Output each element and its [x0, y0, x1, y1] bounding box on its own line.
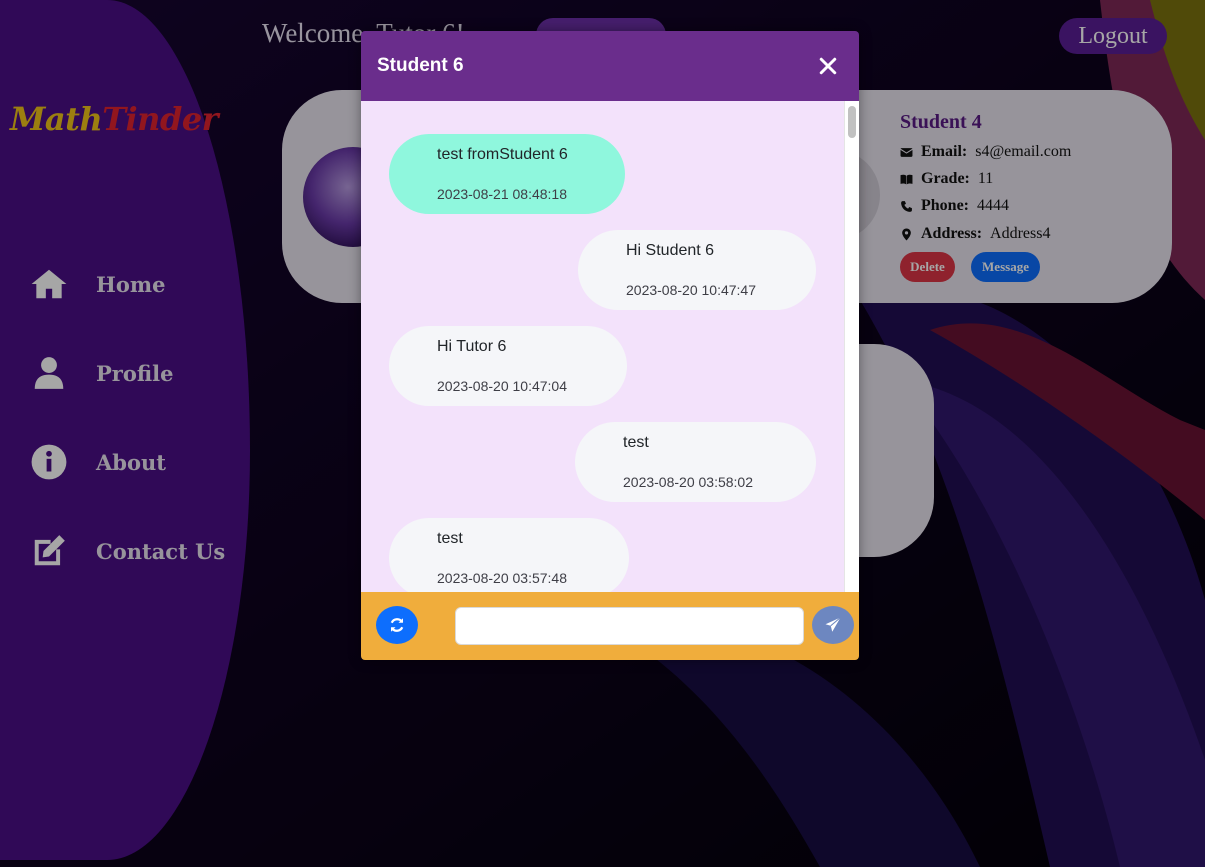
message-input[interactable]: [455, 607, 804, 645]
chat-message: test fromStudent 6 2023-08-21 08:48:18: [389, 134, 625, 214]
message-timestamp: 2023-08-20 03:57:48: [437, 570, 567, 586]
message-timestamp: 2023-08-21 08:48:18: [437, 186, 567, 202]
modal-title: Student 6: [377, 55, 464, 76]
chat-message: Hi Tutor 6 2023-08-20 10:47:04: [389, 326, 627, 406]
message-text: Hi Tutor 6: [437, 338, 507, 355]
chat-scrollbar[interactable]: [844, 101, 859, 592]
close-icon: [819, 57, 837, 75]
chat-message: test 2023-08-20 03:57:48: [389, 518, 629, 592]
modal-header: Student 6: [361, 31, 859, 101]
message-timestamp: 2023-08-20 03:58:02: [623, 474, 753, 490]
message-text: test fromStudent 6: [437, 146, 568, 163]
message-timestamp: 2023-08-20 10:47:47: [626, 282, 756, 298]
message-text: test: [623, 434, 649, 451]
chat-modal: Student 6 test fromStudent 6 2023-08-21 …: [361, 31, 859, 660]
chat-message: Hi Student 6 2023-08-20 10:47:47: [578, 230, 816, 310]
chat-footer: [361, 592, 859, 660]
scrollbar-thumb[interactable]: [848, 106, 856, 138]
send-icon: [825, 617, 841, 632]
close-button[interactable]: [813, 51, 843, 81]
message-text: test: [437, 530, 463, 547]
refresh-button[interactable]: [376, 606, 418, 644]
message-timestamp: 2023-08-20 10:47:04: [437, 378, 567, 394]
chat-message: test 2023-08-20 03:58:02: [575, 422, 816, 502]
refresh-icon: [390, 618, 404, 632]
send-button[interactable]: [812, 606, 854, 644]
chat-messages[interactable]: test fromStudent 6 2023-08-21 08:48:18 H…: [361, 101, 859, 592]
message-text: Hi Student 6: [626, 242, 715, 259]
app-page: MathTinder Home Profile About Contact Us…: [0, 0, 1205, 867]
